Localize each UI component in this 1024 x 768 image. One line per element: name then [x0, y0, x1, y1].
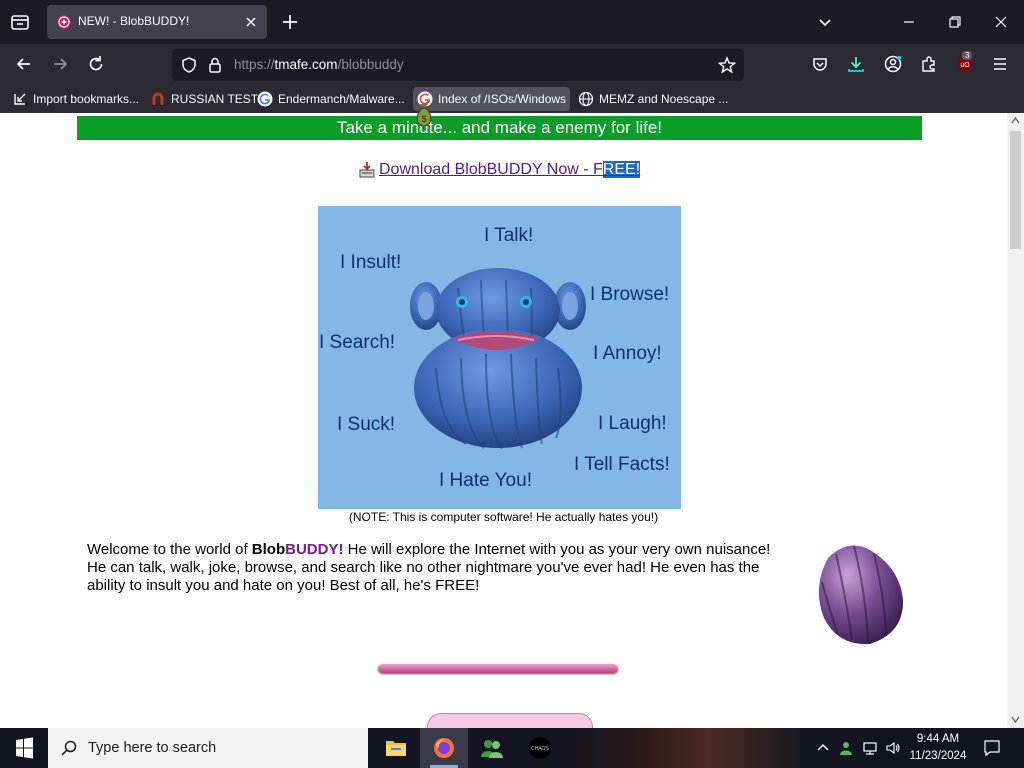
scroll-thumb[interactable] [1010, 131, 1021, 249]
google-favicon-icon [257, 91, 273, 107]
app-menu-hamburger-icon[interactable] [990, 54, 1010, 74]
green-banner: Take a minute... and make a enemy for li… [77, 116, 922, 140]
minimize-icon[interactable] [901, 14, 917, 30]
pink-button[interactable] [427, 713, 593, 728]
windows-start-icon[interactable] [0, 728, 48, 768]
bookmark-index-isos[interactable]: Index of /ISOs/Windows [413, 87, 571, 111]
taskbar-chaos[interactable]: CHAOS [516, 728, 564, 768]
network-icon[interactable] [862, 740, 878, 756]
taskbar-firefox[interactable] [420, 728, 468, 768]
chaos-app-icon: CHAOS [529, 737, 551, 759]
brand-buddy: BUDDY! [285, 541, 344, 558]
firefox-icon [434, 738, 454, 758]
bookmark-russian-test[interactable]: RUSSIAN TEST [146, 87, 262, 111]
account-icon[interactable] [883, 54, 903, 74]
feature-insult: I Insult! [340, 252, 402, 273]
tab-strip: NEW! - BlobBUDDY! [0, 0, 1024, 44]
software-note: (NOTE: This is computer software! He act… [348, 510, 659, 524]
scroll-down-arrow-icon[interactable] [1011, 716, 1020, 723]
site-favicon-icon [57, 15, 71, 29]
svg-text:$: $ [421, 114, 426, 124]
clock-date: 11/23/2024 [909, 750, 967, 762]
feature-laugh: I Laugh! [598, 413, 667, 434]
notification-center-icon[interactable] [983, 739, 1001, 757]
horseshoe-favicon-icon [152, 92, 164, 105]
download-link-text: Download BlobBUDDY Now - F [379, 161, 603, 178]
blobbuddy-feature-panel: I Talk! I Insult! I Browse! I Search! I … [318, 206, 681, 509]
download-link-selected-text: REE! [602, 161, 641, 178]
import-icon [14, 93, 26, 105]
forward-icon[interactable] [50, 54, 70, 74]
welcome-text-start: Welcome to the world of [87, 541, 252, 558]
tray-buddy-icon[interactable] [838, 740, 854, 756]
bookmark-star-icon[interactable] [718, 56, 736, 74]
close-window-icon[interactable] [993, 14, 1009, 30]
navigation-toolbar: https://tmafe.com/blobbuddy uO 3 [0, 44, 1024, 85]
new-tab-icon[interactable] [280, 12, 300, 32]
url-path: /blobbuddy [337, 57, 404, 72]
url-scheme: https:// [234, 57, 275, 72]
tab-title: NEW! - BlobBUDDY! [78, 14, 190, 28]
restore-icon[interactable] [947, 14, 963, 30]
feature-search: I Search! [319, 332, 396, 353]
taskbar-messenger[interactable] [468, 728, 516, 768]
close-tab-icon[interactable] [243, 14, 259, 30]
bookmark-label: Endermanch/Malware... [278, 92, 405, 106]
extension-badge: 3 [962, 51, 973, 60]
brand-blob: Blob [251, 541, 286, 558]
page-content: Take a minute... and make a enemy for li… [0, 113, 1007, 728]
feature-talk: I Talk! [484, 225, 534, 246]
svg-text:CHAOS: CHAOS [531, 746, 549, 752]
bookmark-endermanch-malware[interactable]: Endermanch/Malware... [253, 87, 409, 111]
money-bag-cursor-icon: $ [416, 104, 432, 127]
taskbar-wallpaper-peek [568, 728, 800, 768]
search-icon [61, 740, 77, 756]
download-link[interactable]: Download BlobBUDDY Now - FREE! [379, 161, 641, 179]
page-scrollbar[interactable] [1007, 113, 1024, 728]
feature-suck: I Suck! [337, 414, 396, 435]
taskbar-clock[interactable]: 9:44 AM 11/23/2024 [906, 731, 970, 765]
purple-blob-image [818, 545, 904, 645]
tab-list-icon[interactable] [8, 10, 32, 34]
list-all-tabs-chevron-icon[interactable] [817, 14, 833, 30]
bookmark-label: Import bookmarks... [33, 92, 140, 106]
bookmark-import[interactable]: Import bookmarks... [8, 87, 143, 111]
downloads-icon[interactable] [846, 54, 866, 74]
feature-hate-you: I Hate You! [439, 470, 532, 491]
address-bar[interactable]: https://tmafe.com/blobbuddy [172, 49, 744, 81]
url-host: tmafe.com [274, 57, 338, 72]
back-icon[interactable] [14, 54, 34, 74]
download-disk-icon [359, 162, 375, 178]
reload-icon[interactable] [86, 54, 106, 74]
feature-tell-facts: I Tell Facts! [574, 454, 670, 475]
taskbar-file-explorer[interactable] [372, 728, 420, 768]
tracking-protection-shield-icon[interactable] [180, 56, 198, 74]
taskbar-search-box[interactable]: Type here to search [48, 728, 368, 768]
bookmark-label: RUSSIAN TEST [171, 92, 259, 106]
bookmarks-toolbar: Import bookmarks... RUSSIAN TEST Enderma… [0, 85, 1024, 113]
search-placeholder: Type here to search [88, 740, 217, 756]
screen: NEW! - BlobBUDDY! https://tmafe.com/blob… [0, 0, 1024, 768]
download-row: Download BlobBUDDY Now - FREE! [358, 161, 641, 179]
bookmark-label: Index of /ISOs/Windows [438, 92, 567, 106]
pink-divider [378, 664, 618, 673]
extensions-puzzle-icon[interactable] [919, 54, 939, 74]
lock-icon[interactable] [206, 56, 224, 74]
active-tab[interactable]: NEW! - BlobBUDDY! [47, 5, 267, 39]
welcome-paragraph: Welcome to the world of BlobBUDDY! He wi… [87, 541, 777, 595]
url-text[interactable]: https://tmafe.com/blobbuddy [234, 57, 404, 72]
messenger-buddies-icon [481, 740, 503, 758]
clock-time: 9:44 AM [916, 733, 960, 745]
show-hidden-icons-chevron-icon[interactable] [815, 740, 831, 756]
folder-icon [386, 741, 406, 756]
globe-icon [578, 91, 594, 107]
bookmark-memz-noescape[interactable]: MEMZ and Noescape ... [574, 87, 732, 111]
svg-text:uO: uO [960, 62, 970, 69]
volume-icon[interactable] [885, 740, 901, 756]
bookmark-label: MEMZ and Noescape ... [599, 92, 729, 106]
blobbuddy-character-image [410, 268, 586, 450]
windows-taskbar: Type here to search CHAOS 9:44 AM 11/23/… [0, 728, 1024, 768]
pocket-icon[interactable] [810, 54, 830, 74]
scroll-up-arrow-icon[interactable] [1011, 117, 1020, 124]
